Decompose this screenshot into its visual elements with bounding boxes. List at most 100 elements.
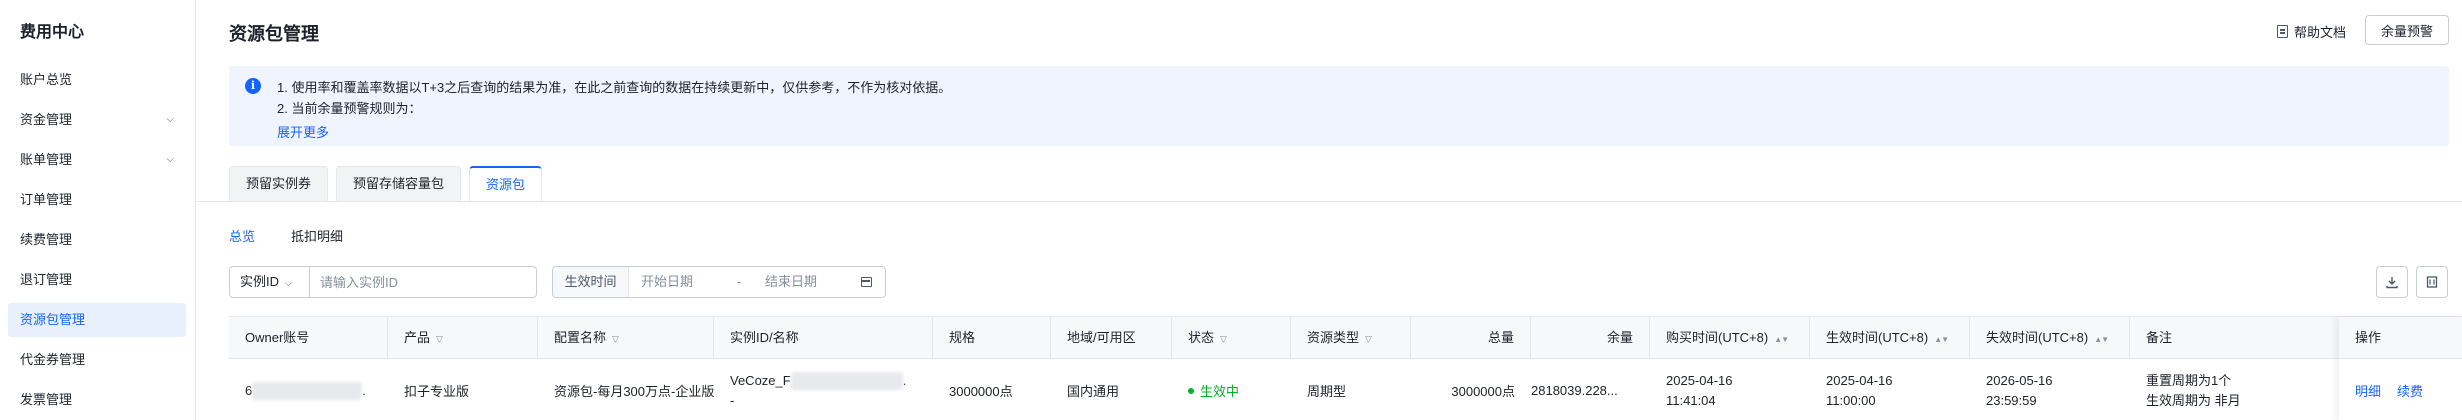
sidebar-item-account-overview[interactable]: 账户总览 [8,63,186,97]
sidebar-item-resource-packages[interactable]: 资源包管理 [8,303,186,337]
column-header-actions: 操作 [2339,317,2462,359]
column-label: 生效时间(UTC+8) [1826,330,1929,345]
chevron-down-icon: ⌵ [166,114,174,125]
tab-reserved-storage[interactable]: 预留存储容量包 [336,166,462,202]
column-header-expire-time[interactable]: 失效时间(UTC+8) ▲▼ [1970,317,2130,359]
row-actions: 明细 续费 [2355,360,2423,420]
column-settings-button[interactable] [2416,266,2448,298]
cell-instance[interactable]: VeCoze_F . - [714,360,933,420]
cell-total: 3000000点 [1451,384,1515,399]
column-label: 配置名称 [554,330,607,345]
settings-icon [2426,276,2438,288]
sidebar-item-label: 资源包管理 [20,312,86,327]
column-header-total: 总量 [1411,317,1531,359]
details-link[interactable]: 明细 [2355,381,2381,400]
cell-region: 国内通用 [1067,384,1120,399]
expire-date: 2026-05-16 [1986,372,2053,388]
sidebar: 费用中心 账户总览 资金管理 ⌵ 账单管理 ⌵ 订单管理 续费管理 退订管理 资源包… [0,0,196,420]
actions-column: 操作 明细 续费 [2339,317,2462,420]
instance-id-input[interactable] [309,266,537,298]
sidebar-item-label: 续费管理 [20,232,73,247]
expand-more-link[interactable]: 展开更多 [277,122,329,141]
column-label: 地域/可用区 [1067,330,1136,345]
download-button[interactable] [2376,266,2408,298]
column-label: 总量 [1487,330,1514,345]
sidebar-item-invoices[interactable]: 发票管理 [8,383,186,417]
column-header-purchase-time[interactable]: 购买时间(UTC+8) ▲▼ [1650,317,1810,359]
filter-icon[interactable]: ▽ [1220,334,1227,344]
tab-reserved-instance[interactable]: 预留实例券 [229,166,329,202]
sidebar-title: 费用中心 [20,24,85,41]
sort-icon[interactable]: ▲▼ [1774,335,1789,344]
column-label: 规格 [949,330,976,345]
column-header-effective-time[interactable]: 生效时间(UTC+8) ▲▼ [1810,317,1970,359]
column-header-owner: Owner账号 [229,317,388,359]
notice-line-1: 1. 使用率和覆盖率数据以T+3之后查询的结果为准，在此之前查询的数据在持续更新… [277,80,952,95]
column-label: 备注 [2146,330,2173,345]
column-header-remark: 备注 [2130,317,2339,359]
column-label: 产品 [404,330,431,345]
info-icon: i [245,78,261,94]
filter-icon[interactable]: ▽ [436,334,443,344]
column-label: 实例ID/名称 [730,330,799,345]
page-title: 资源包管理 [229,24,319,44]
resource-package-table: Owner账号 产品 ▽ 配置名称 ▽ 实例ID/名称 规格 地域/可用区 状态 ▽ … [229,316,2462,420]
sidebar-item-bills[interactable]: 账单管理 ⌵ [8,143,186,177]
sidebar-item-renewal[interactable]: 续费管理 [8,223,186,257]
cell-owner: 6 . [229,360,388,420]
column-header-remaining: 余量 [1531,317,1650,359]
redacted-block [252,381,363,400]
table-row: 6 . 扣子专业版 资源包-每月300万点-企业版 VeCoze_F . - 3… [229,360,2462,420]
column-label: 余量 [1606,330,1633,345]
instance-line-2: - [730,392,735,408]
expire-time: 23:59:59 [1986,392,2037,408]
balance-alert-button[interactable]: 余量预警 [2365,15,2449,45]
subtab-overview[interactable]: 总览 [229,226,255,245]
filter-icon[interactable]: ▽ [612,334,619,344]
column-header-config: 配置名称 ▽ [538,317,714,359]
owner-suffix: . [362,383,366,398]
notice-banner: i 1. 使用率和覆盖率数据以T+3之后查询的结果为准，在此之前查询的数据在持续… [229,66,2449,146]
status-dot [1188,387,1194,394]
sidebar-item-refund[interactable]: 退订管理 [8,263,186,297]
renew-link[interactable]: 续费 [2397,381,2423,400]
help-docs-label: 帮助文档 [2294,25,2347,40]
tab-divider [197,201,2462,202]
column-label: 状态 [1188,330,1215,345]
help-docs-link[interactable]: 帮助文档 [2277,22,2346,41]
column-header-spec: 规格 [933,317,1051,359]
sort-icon[interactable]: ▲▼ [2094,335,2109,344]
sidebar-item-funds[interactable]: 资金管理 ⌵ [8,103,186,137]
owner-prefix: 6 [245,383,253,398]
column-header-status: 状态 ▽ [1172,317,1291,359]
status-badge: 生效中 [1200,384,1240,399]
effective-date-range[interactable]: 生效时间 开始日期 - 结束日期 [552,266,886,298]
cell-purchase-time: 2025-04-16 11:41:04 [1650,360,1810,420]
subtab-deduction-details[interactable]: 抵扣明细 [291,226,343,245]
sidebar-item-orders[interactable]: 订单管理 [8,183,186,217]
sidebar-item-label: 发票管理 [20,392,73,407]
cell-remark: 重置周期为1个 生效周期为 非月 [2130,360,2339,420]
cell-expire-time: 2026-05-16 23:59:59 [1970,360,2130,420]
tab-resource-package[interactable]: 资源包 [469,166,543,202]
sort-icon[interactable]: ▲▼ [1934,335,1949,344]
cell-product: 扣子专业版 [404,384,470,399]
date-end-input[interactable]: 结束日期 [765,267,817,297]
sidebar-item-vouchers[interactable]: 代金券管理 [8,343,186,377]
chevron-down-icon: ⌵ [285,278,292,288]
table-header: Owner账号 产品 ▽ 配置名称 ▽ 实例ID/名称 规格 地域/可用区 状态 ▽ … [229,317,2462,359]
cell-resource-type: 周期型 [1307,384,1347,399]
cell-spec: 3000000点 [949,384,1013,399]
column-label: Owner账号 [245,330,310,345]
redacted-block [790,371,903,390]
date-start-input[interactable]: 开始日期 [641,267,693,297]
column-header-product: 产品 ▽ [388,317,538,359]
column-label: 失效时间(UTC+8) [1986,330,2089,345]
purchase-date: 2025-04-16 [1666,372,1733,388]
filter-field-select[interactable]: 实例ID ⌵ [229,266,309,298]
cell-effective-time: 2025-04-16 11:00:00 [1810,360,1970,420]
chevron-down-icon: ⌵ [166,154,174,165]
remark-line-2: 生效周期为 非月 [2146,392,2241,408]
filter-icon[interactable]: ▽ [1365,334,1372,344]
sidebar-item-label: 订单管理 [20,192,73,207]
